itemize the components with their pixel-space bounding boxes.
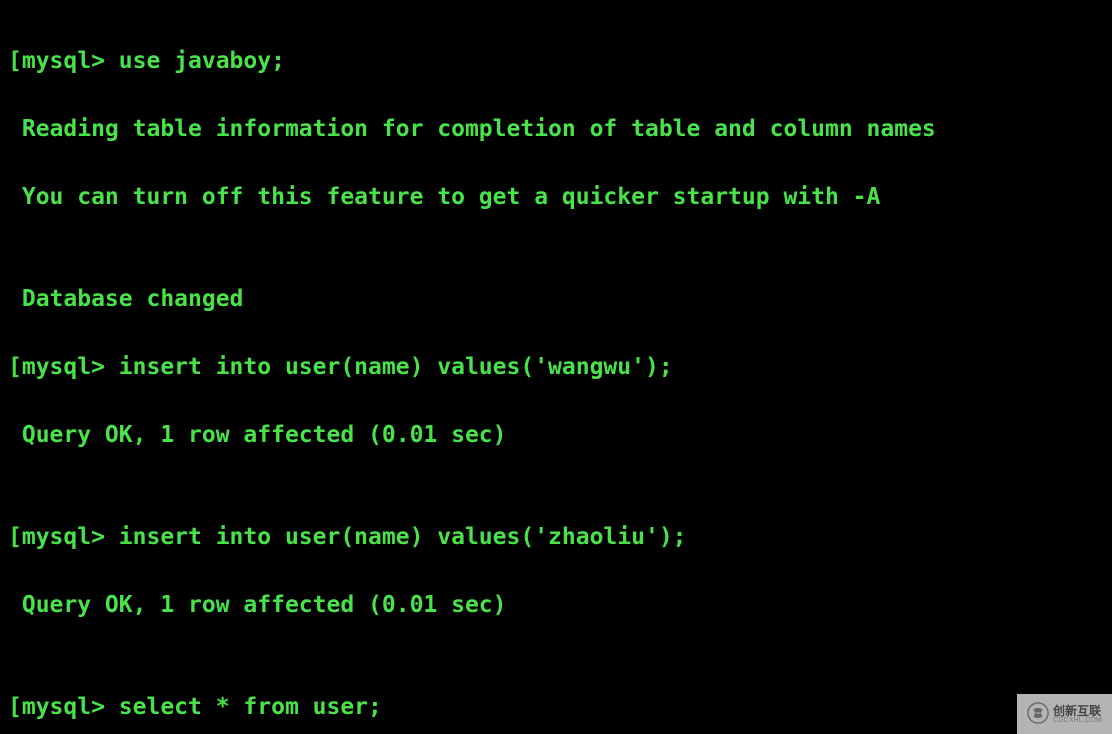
terminal-line: [mysql> use javaboy;	[8, 44, 1104, 78]
terminal-line: Reading table information for completion…	[8, 112, 1104, 146]
terminal-line: You can turn off this feature to get a q…	[8, 180, 1104, 214]
watermark-text: 创新互联 CDCXHL.COM	[1053, 705, 1102, 724]
terminal-line: Database changed	[8, 282, 1104, 316]
terminal-output: [mysql> use javaboy; Reading table infor…	[0, 0, 1112, 734]
watermark-sub: CDCXHL.COM	[1053, 717, 1102, 724]
watermark-badge: 创新互联 CDCXHL.COM	[1017, 694, 1112, 734]
terminal-line: Query OK, 1 row affected (0.01 sec)	[8, 418, 1104, 452]
terminal-line: [mysql> insert into user(name) values('w…	[8, 350, 1104, 384]
terminal-line: [mysql> insert into user(name) values('z…	[8, 520, 1104, 554]
terminal-line: [mysql> select * from user;	[8, 690, 1104, 724]
watermark-brand: 创新互联	[1053, 705, 1102, 717]
terminal-line: Query OK, 1 row affected (0.01 sec)	[8, 588, 1104, 622]
watermark-logo-icon	[1027, 702, 1049, 727]
